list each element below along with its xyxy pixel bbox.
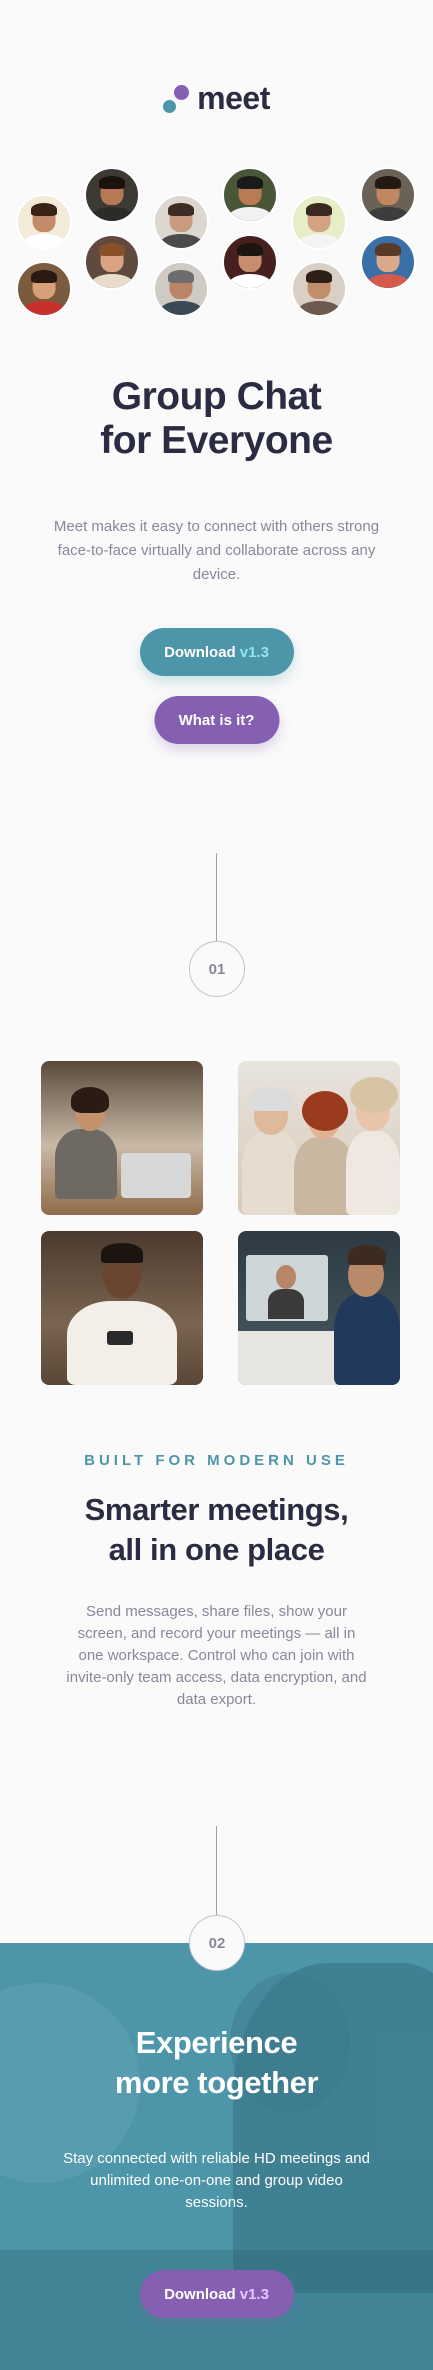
avatar <box>84 234 140 290</box>
photo-video-call <box>238 1231 400 1385</box>
section-title: Smarter meetings, all in one place <box>84 1492 349 1567</box>
section-description: Send messages, share files, show your sc… <box>66 1603 367 1708</box>
avatar <box>153 261 209 317</box>
band-title: Experience more together <box>114 2025 319 2100</box>
photo-group-phone <box>238 1061 400 1215</box>
hero-title: Group Chat for Everyone <box>100 375 333 462</box>
avatar <box>84 167 140 223</box>
logo-text: meet <box>197 80 270 116</box>
hero-description: Meet makes it easy to connect with other… <box>53 518 380 583</box>
section-number: 01 <box>189 941 245 997</box>
avatar <box>291 261 347 317</box>
avatar <box>16 194 72 250</box>
avatar-grid <box>0 165 433 325</box>
download-button-bottom[interactable]: Download v1.3 <box>139 2270 294 2318</box>
band-description: Stay connected with reliable HD meetings… <box>63 2150 370 2211</box>
photo-man-phone <box>41 1231 203 1385</box>
photo-woman-laptop <box>41 1061 203 1215</box>
divider-line <box>216 853 217 941</box>
avatar <box>360 234 416 290</box>
avatar <box>291 194 347 250</box>
what-is-it-button[interactable]: What is it? <box>154 696 279 744</box>
download-button[interactable]: Download v1.3 <box>139 628 294 676</box>
section-eyebrow: BUILT FOR MODERN USE <box>84 1452 349 1469</box>
avatar <box>222 167 278 223</box>
experience-band: Experience more together Stay connected … <box>0 1943 433 2370</box>
avatar <box>222 234 278 290</box>
section-number: 02 <box>189 1915 245 1971</box>
logo-mark-icon <box>163 84 190 113</box>
avatar <box>16 261 72 317</box>
logo[interactable]: meet <box>0 80 433 117</box>
avatar <box>153 194 209 250</box>
avatar <box>360 167 416 223</box>
